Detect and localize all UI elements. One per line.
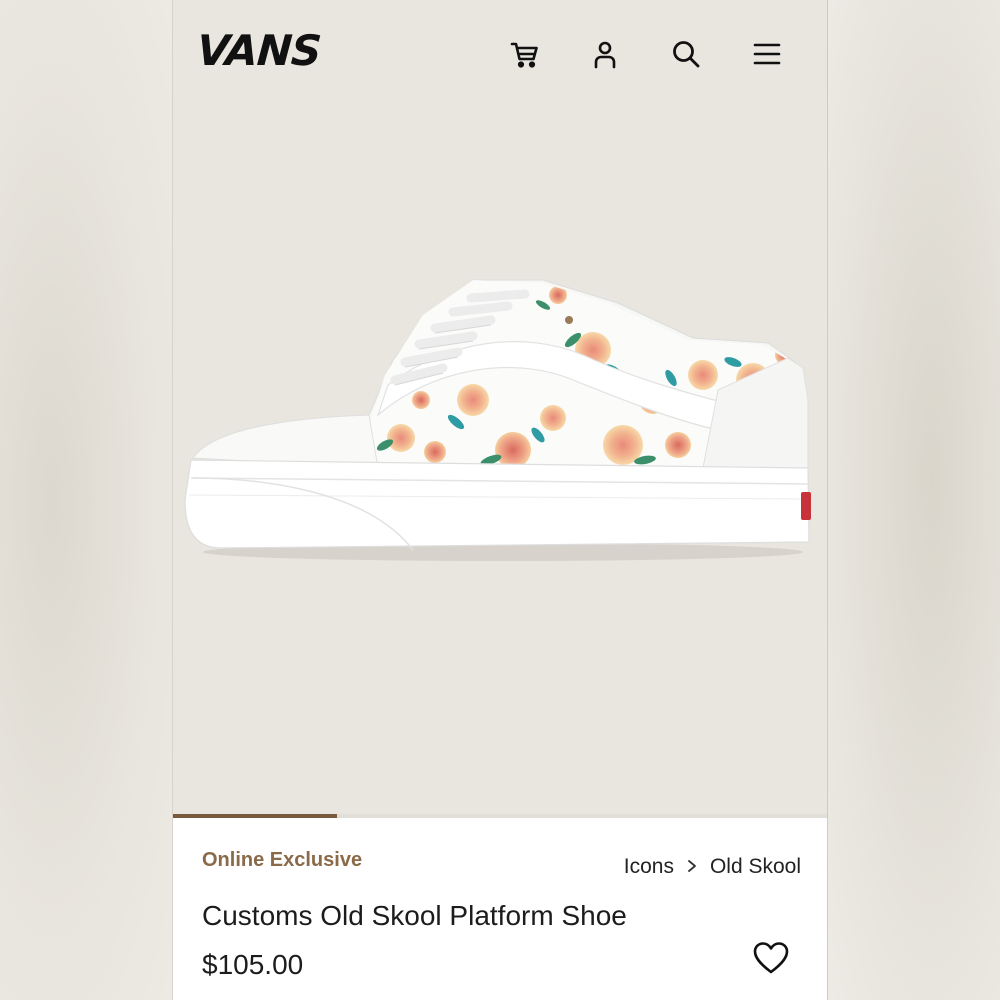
left-background-blur xyxy=(0,0,172,1000)
vans-logo[interactable]: VANS xyxy=(195,26,322,75)
product-price: $105.00 xyxy=(202,949,304,980)
cart-icon[interactable] xyxy=(507,36,543,72)
breadcrumb: Icons Old Skool xyxy=(624,855,801,879)
menu-icon[interactable] xyxy=(749,36,785,72)
chevron-right-icon xyxy=(686,856,698,879)
search-icon[interactable] xyxy=(668,36,704,72)
breadcrumb-item-old-skool[interactable]: Old Skool xyxy=(710,855,801,879)
product-info: Online Exclusive Icons Old Skool Customs… xyxy=(173,818,827,1000)
mobile-screen: VANS Online Exclusive Icons Old Skool Cu… xyxy=(172,0,828,1000)
online-exclusive-badge: Online Exclusive xyxy=(202,849,363,871)
right-background-blur xyxy=(828,0,1000,1000)
product-image[interactable] xyxy=(173,100,827,814)
product-title: Customs Old Skool Platform Shoe xyxy=(202,900,627,931)
site-header: VANS xyxy=(173,0,827,100)
account-icon[interactable] xyxy=(587,36,623,72)
heart-icon[interactable] xyxy=(751,940,791,976)
breadcrumb-item-icons[interactable]: Icons xyxy=(624,855,674,879)
